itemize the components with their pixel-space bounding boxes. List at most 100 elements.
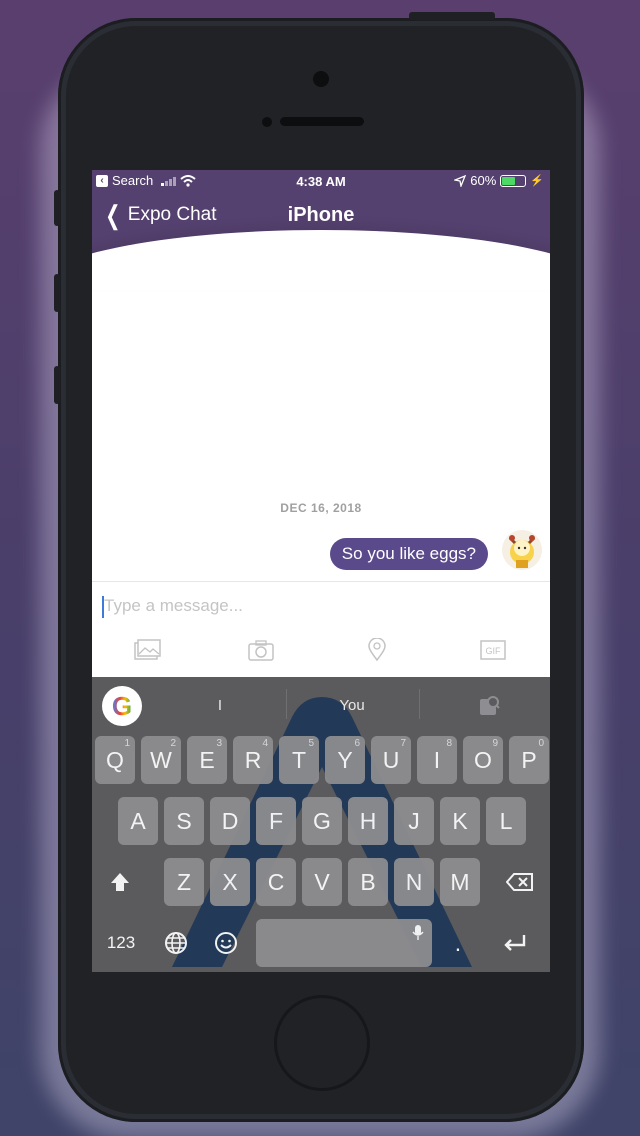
key-label: Y [337, 746, 353, 773]
emoji-key[interactable] [206, 919, 246, 967]
key-label: Z [176, 868, 192, 895]
key-label: O [474, 746, 492, 773]
battery-icon [500, 174, 527, 187]
message-input[interactable]: Type a message... [104, 596, 243, 616]
suggestion-2[interactable]: You [312, 697, 392, 714]
gif-icon[interactable]: GIF [478, 636, 508, 664]
key-hint: 0 [538, 738, 544, 749]
battery-percent: 60% [470, 173, 497, 188]
key-t[interactable]: T5 [279, 736, 319, 784]
key-p[interactable]: P0 [509, 736, 549, 784]
proximity-sensor [262, 117, 272, 127]
key-label: R [244, 746, 262, 773]
key-label: U [382, 746, 400, 773]
key-k[interactable]: K [440, 797, 480, 845]
status-bar: ‹ Search 4:38 AM 60% ⚡ [92, 170, 550, 192]
app-screen: ‹ Search 4:38 AM 60% ⚡ ❮ Expo Chat iPhon… [92, 170, 550, 972]
key-c[interactable]: C [256, 858, 296, 906]
key-label: H [359, 807, 377, 834]
charging-bolt-icon: ⚡ [530, 175, 544, 187]
key-label: 123 [106, 933, 136, 952]
key-m[interactable]: M [440, 858, 480, 906]
key-e[interactable]: E3 [187, 736, 227, 784]
key-a[interactable]: A [118, 797, 158, 845]
key-l[interactable]: L [486, 797, 526, 845]
key-s[interactable]: S [164, 797, 204, 845]
mute-switch [54, 190, 60, 226]
keyboard: G I You Q1W2E3R4T5Y6U7I8O9P0ASDFGHJKLZXC… [92, 677, 550, 972]
numbers-key[interactable]: 123 [96, 919, 146, 967]
front-camera [313, 71, 329, 87]
shift-key[interactable] [102, 858, 138, 906]
key-label: N [405, 868, 423, 895]
volume-down-button [54, 366, 60, 404]
key-r[interactable]: R4 [233, 736, 273, 784]
key-label: P [521, 746, 537, 773]
key-label: B [360, 868, 376, 895]
period-key[interactable]: . [440, 919, 476, 967]
key-label: C [267, 868, 285, 895]
key-i[interactable]: I8 [417, 736, 457, 784]
suggestion-strip: G I You [92, 677, 550, 733]
key-y[interactable]: Y6 [325, 736, 365, 784]
key-g[interactable]: G [302, 797, 342, 845]
key-hint: 3 [216, 738, 222, 749]
key-label: E [199, 746, 215, 773]
power-button [409, 12, 495, 20]
location-pin-icon[interactable] [362, 636, 392, 664]
key-o[interactable]: O9 [463, 736, 503, 784]
earpiece-speaker [280, 117, 364, 126]
key-label: X [222, 868, 238, 895]
key-v[interactable]: V [302, 858, 342, 906]
key-hint: 2 [170, 738, 176, 749]
suggestion-divider [286, 689, 287, 719]
key-hint: 4 [262, 738, 268, 749]
key-q[interactable]: Q1 [95, 736, 135, 784]
backspace-icon [506, 873, 533, 891]
key-f[interactable]: F [256, 797, 296, 845]
message-bubble[interactable]: So you like eggs? [329, 538, 488, 570]
shift-icon [111, 873, 129, 891]
avatar-image [508, 535, 536, 568]
battery-level [502, 176, 516, 185]
key-label: Q [106, 746, 124, 773]
location-arrow-icon [454, 174, 467, 187]
key-label: S [176, 807, 192, 834]
key-label: G [313, 807, 331, 834]
key-hint: 1 [124, 738, 130, 749]
message-composer[interactable]: Type a message... [92, 581, 550, 631]
key-x[interactable]: X [210, 858, 250, 906]
google-icon[interactable]: G [102, 686, 142, 726]
microphone-icon [412, 925, 424, 940]
key-label: K [452, 807, 468, 834]
key-j[interactable]: J [394, 797, 434, 845]
key-n[interactable]: N [394, 858, 434, 906]
key-label: V [314, 868, 330, 895]
avatar[interactable] [502, 530, 542, 570]
key-hint: 6 [354, 738, 360, 749]
key-w[interactable]: W2 [141, 736, 181, 784]
key-label: W [150, 746, 172, 773]
sticker-search-icon[interactable] [478, 695, 500, 717]
camera-icon[interactable] [246, 636, 276, 664]
globe-icon [165, 932, 187, 954]
svg-text:GIF: GIF [486, 646, 502, 656]
key-label: I [433, 746, 441, 773]
key-label: T [291, 746, 307, 773]
language-key[interactable] [156, 919, 196, 967]
message-date: DEC 16, 2018 [280, 501, 362, 515]
return-icon [504, 935, 526, 951]
suggestion-1[interactable]: I [180, 697, 260, 714]
key-z[interactable]: Z [164, 858, 204, 906]
key-d[interactable]: D [210, 797, 250, 845]
home-button[interactable] [274, 995, 370, 1091]
return-key[interactable] [492, 919, 538, 967]
image-icon[interactable] [132, 636, 162, 664]
suggestion-divider [419, 689, 420, 719]
space-key[interactable] [256, 919, 432, 967]
emoji-icon [215, 932, 237, 954]
key-b[interactable]: B [348, 858, 388, 906]
key-u[interactable]: U7 [371, 736, 411, 784]
backspace-key[interactable] [500, 858, 540, 906]
key-h[interactable]: H [348, 797, 388, 845]
